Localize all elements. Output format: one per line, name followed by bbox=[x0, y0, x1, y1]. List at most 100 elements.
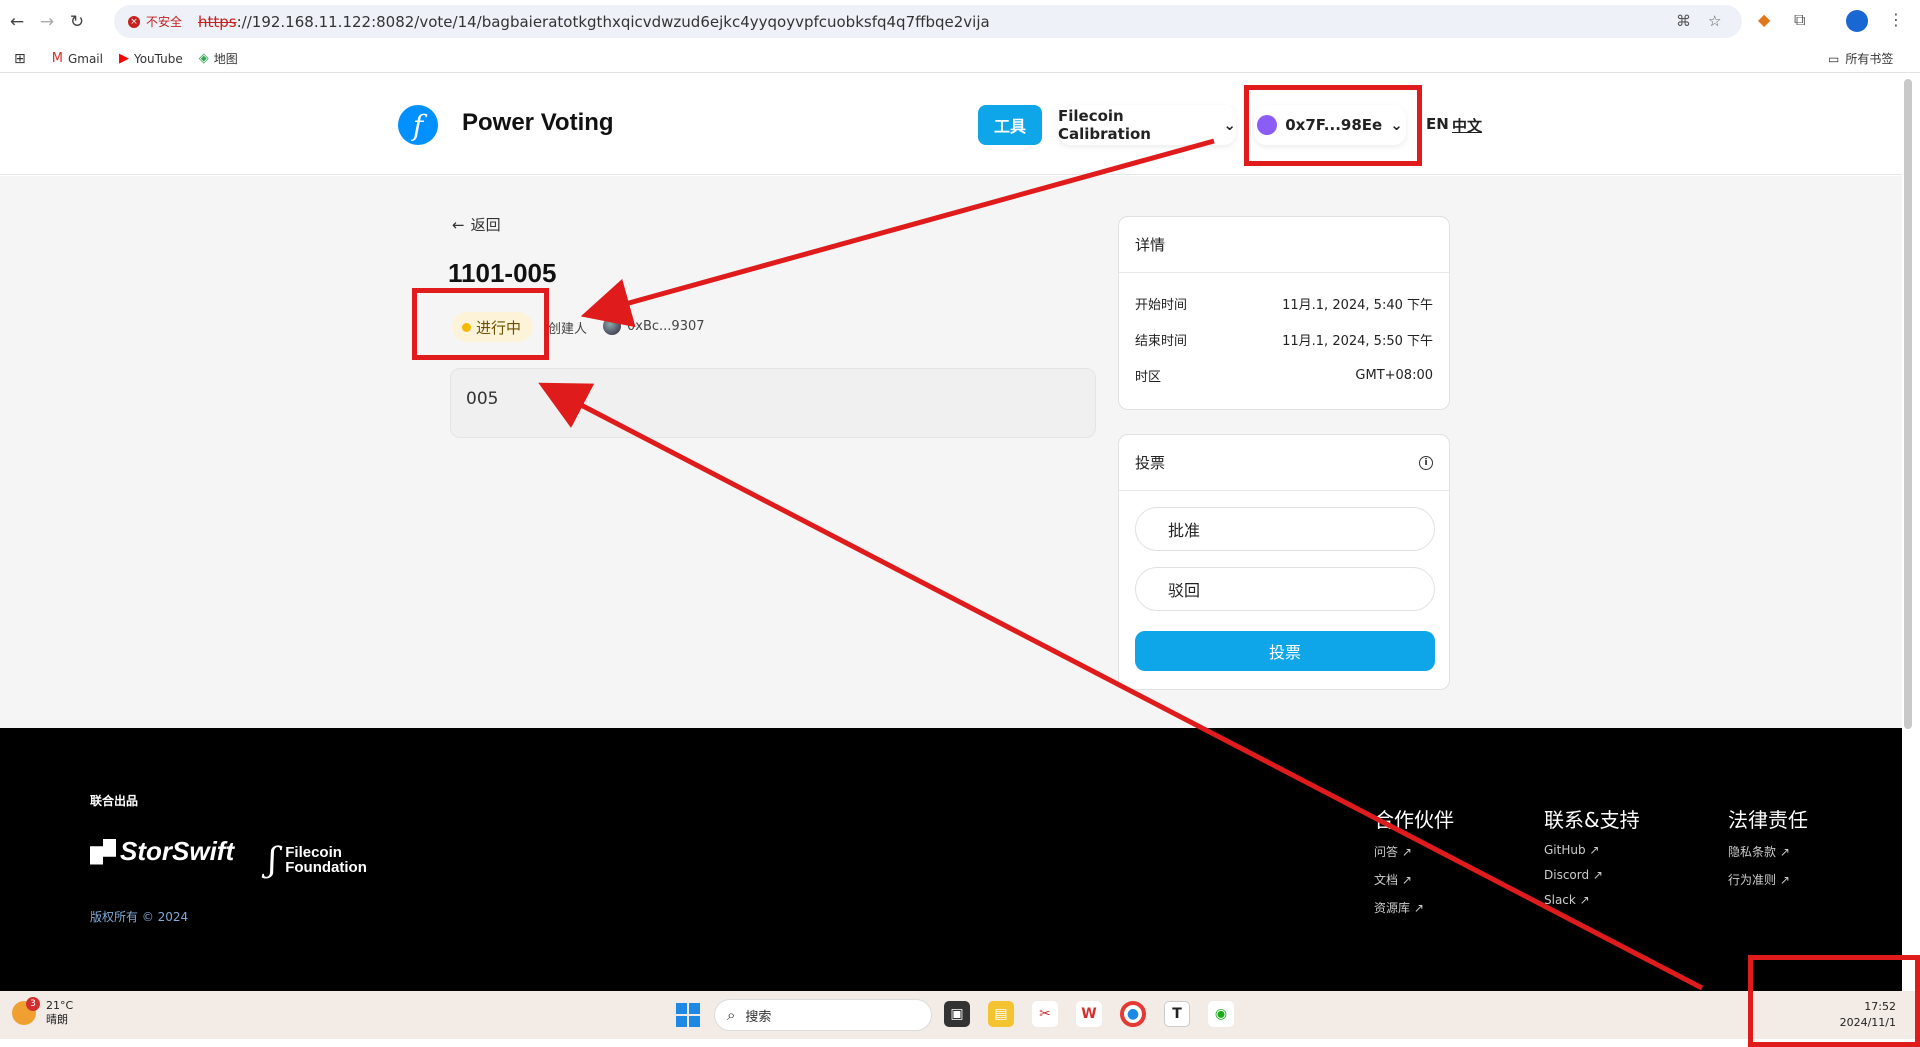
info-icon[interactable]: i bbox=[1419, 455, 1433, 470]
network-label: Filecoin Calibration bbox=[1058, 107, 1151, 143]
all-bookmarks[interactable]: ▭ 所有书签 bbox=[1828, 50, 1893, 67]
back-nav-icon[interactable]: ← bbox=[4, 9, 30, 35]
footer-col-legal: 法律责任 隐私条款 ↗ 行为准则 ↗ bbox=[1728, 804, 1808, 899]
weather-condition: 晴朗 bbox=[46, 1013, 68, 1026]
chrome-icon[interactable]: ● bbox=[1120, 1001, 1146, 1027]
wechat-icon[interactable]: ◉ bbox=[1208, 1001, 1234, 1027]
search-icon: ⌕ bbox=[727, 1006, 736, 1024]
footer-link-github[interactable]: GitHub ↗ bbox=[1544, 843, 1640, 857]
bookmark-maps[interactable]: ◈ 地图 bbox=[199, 50, 238, 67]
lang-en-link[interactable]: EN bbox=[1426, 115, 1449, 133]
footer-link-slack[interactable]: Slack ↗ bbox=[1544, 893, 1640, 907]
task-view-icon[interactable]: ▣ bbox=[944, 1001, 970, 1027]
youtube-icon: ▶ bbox=[118, 51, 129, 66]
weather-badge: 3 bbox=[26, 997, 40, 1011]
vote-option-reject[interactable]: 驳回 bbox=[1135, 567, 1435, 611]
security-indicator[interactable]: × 不安全 bbox=[128, 13, 192, 30]
translate-icon[interactable]: ⌘ bbox=[1676, 12, 1691, 30]
site-header: f Power Voting 工具 Filecoin Calibration ⌄… bbox=[0, 79, 1902, 175]
footer-col-support: 联系&支持 GitHub ↗ Discord ↗ Slack ↗ bbox=[1544, 804, 1640, 918]
footer-link-faq[interactable]: 问答 ↗ bbox=[1374, 843, 1454, 860]
detail-row-end: 结束时间 11月.1, 2024, 5:50 下午 bbox=[1119, 321, 1449, 357]
maps-icon: ◈ bbox=[198, 51, 209, 66]
forward-nav-icon[interactable]: → bbox=[34, 9, 60, 35]
footer-link-privacy[interactable]: 隐私条款 ↗ bbox=[1728, 843, 1808, 860]
windows-start-icon[interactable] bbox=[676, 1003, 700, 1027]
filecoin-mark-icon: ʃ bbox=[268, 840, 278, 880]
extensions-icon[interactable]: ⧉ bbox=[1794, 10, 1805, 30]
menu-icon[interactable]: ⋮ bbox=[1888, 10, 1904, 29]
storswift-wordmark: StorSwift bbox=[120, 836, 235, 866]
warning-icon: × bbox=[128, 15, 140, 28]
gmail-icon: M bbox=[51, 51, 63, 66]
url-text: ://192.168.11.122:8082/vote/14/bagbaiera… bbox=[236, 12, 990, 31]
lang-zh-link[interactable]: 中文 bbox=[1452, 115, 1482, 136]
vote-card-header: 投票 i bbox=[1119, 435, 1449, 491]
tools-button[interactable]: 工具 bbox=[978, 105, 1042, 145]
arrow-left-icon: ← bbox=[452, 215, 465, 234]
annotation-box-wallet bbox=[1244, 85, 1422, 166]
footer-link-discord[interactable]: Discord ↗ bbox=[1544, 868, 1640, 882]
back-label: 返回 bbox=[470, 216, 501, 234]
network-selector[interactable]: Filecoin Calibration ⌄ bbox=[1058, 105, 1236, 145]
annotation-box-clock bbox=[1748, 955, 1920, 1047]
vote-card: 投票 i 批准 驳回 投票 bbox=[1118, 434, 1450, 690]
reload-icon[interactable]: ↻ bbox=[64, 9, 90, 35]
footer-link-docs[interactable]: 文档 ↗ bbox=[1374, 871, 1454, 888]
footer-link-resources[interactable]: 资源库 ↗ bbox=[1374, 899, 1454, 916]
brand-title[interactable]: Power Voting bbox=[462, 109, 614, 137]
weather-icon: 3 bbox=[12, 997, 40, 1025]
folder-icon: ▭ bbox=[1828, 51, 1840, 66]
site-footer: 联合出品 StorSwift ʃ Filecoin Foundation 版权所有… bbox=[0, 728, 1902, 991]
creator-label: 创建人 bbox=[548, 322, 588, 337]
joint-production-label: 联合出品 bbox=[90, 794, 139, 808]
footer-col-title: 法律责任 bbox=[1728, 808, 1808, 832]
vote-option-approve[interactable]: 批准 bbox=[1135, 507, 1435, 551]
address-bar[interactable]: × 不安全 https://192.168.11.122:8082/vote/1… bbox=[114, 5, 1742, 38]
vote-submit-button[interactable]: 投票 bbox=[1135, 631, 1435, 671]
detail-row-timezone: 时区 GMT+08:00 bbox=[1119, 357, 1449, 393]
page-scrollbar[interactable] bbox=[1904, 79, 1912, 729]
creator-avatar bbox=[603, 317, 621, 335]
snipping-tool-icon[interactable]: ✂ bbox=[1032, 1001, 1058, 1027]
bookmark-youtube[interactable]: ▶ YouTube bbox=[119, 51, 183, 66]
detail-row-start: 开始时间 11月.1, 2024, 5:40 下午 bbox=[1119, 285, 1449, 321]
detail-value: 11月.1, 2024, 5:50 下午 bbox=[1282, 333, 1433, 349]
bookmark-gmail[interactable]: M Gmail bbox=[52, 51, 103, 66]
taskbar-search[interactable]: ⌕ 搜索 bbox=[714, 999, 932, 1031]
wps-icon[interactable]: W bbox=[1076, 1001, 1102, 1027]
proposal-title: 1101-005 bbox=[448, 258, 557, 288]
os-taskbar: 3 21°C 晴朗 ⌕ 搜索 ▣ ▤ ✂ W ● T ◉ 17:52 2024/… bbox=[0, 991, 1920, 1039]
bookmark-star-icon[interactable]: ☆ bbox=[1708, 12, 1721, 30]
details-title: 详情 bbox=[1119, 217, 1449, 273]
copyright: 版权所有 © 2024 bbox=[90, 910, 189, 924]
detail-label: 开始时间 bbox=[1135, 297, 1188, 313]
footer-link-conduct[interactable]: 行为准则 ↗ bbox=[1728, 871, 1808, 888]
filecoin-foundation-logo[interactable]: ʃ Filecoin Foundation bbox=[268, 840, 367, 880]
main-content: ← 返回 1101-005 进行中 创建人 0xBc...9307 005 详情… bbox=[0, 176, 1902, 728]
creator-address[interactable]: 0xBc...9307 bbox=[627, 319, 705, 334]
footer-col-title: 联系&支持 bbox=[1544, 808, 1640, 832]
apps-icon[interactable]: ⊞ bbox=[14, 51, 26, 67]
metamask-icon[interactable]: ◆ bbox=[1758, 10, 1770, 29]
filecoin-logo-icon[interactable]: f bbox=[398, 105, 438, 145]
url-scheme: https bbox=[198, 12, 237, 31]
ff-line2: Foundation bbox=[285, 859, 367, 876]
bookmark-label: YouTube bbox=[133, 51, 183, 66]
footer-col-title: 合作伙伴 bbox=[1374, 808, 1454, 832]
bottom-strip bbox=[0, 1039, 1920, 1047]
detail-label: 结束时间 bbox=[1135, 333, 1188, 349]
option-label: 驳回 bbox=[1168, 581, 1201, 600]
profile-icon[interactable] bbox=[1846, 10, 1868, 32]
security-label: 不安全 bbox=[146, 15, 183, 29]
detail-value: 11月.1, 2024, 5:40 下午 bbox=[1282, 297, 1433, 313]
storswift-mark-icon bbox=[90, 838, 116, 865]
typora-icon[interactable]: T bbox=[1164, 1001, 1190, 1027]
browser-toolbar: ← → ↻ × 不安全 https://192.168.11.122:8082/… bbox=[0, 0, 1920, 43]
detail-value: GMT+08:00 bbox=[1355, 367, 1433, 383]
storswift-logo[interactable]: StorSwift bbox=[90, 836, 234, 867]
weather-widget[interactable]: 3 21°C 晴朗 bbox=[12, 997, 73, 1027]
bookmark-label: Gmail bbox=[67, 51, 103, 66]
back-link[interactable]: ← 返回 bbox=[452, 214, 501, 235]
file-explorer-icon[interactable]: ▤ bbox=[988, 1001, 1014, 1027]
